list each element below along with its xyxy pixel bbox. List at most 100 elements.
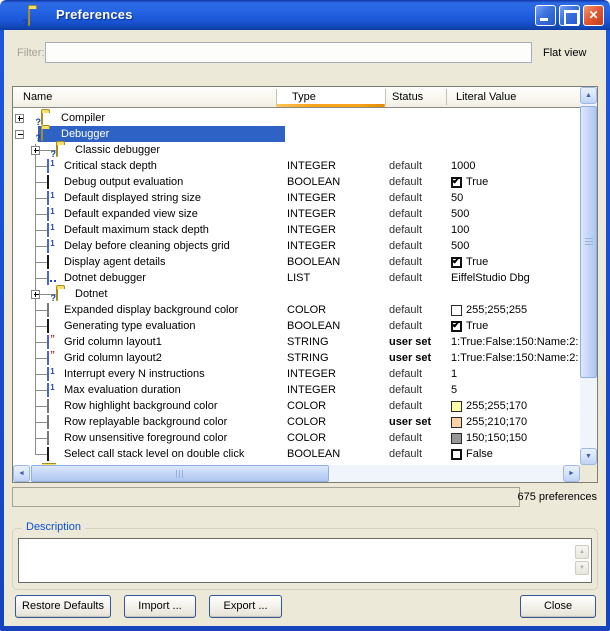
pref-type-icon: [56, 144, 58, 156]
tree-expander[interactable]: [15, 114, 24, 123]
table-row[interactable]: Default maximum stack depth INTEGER defa…: [13, 222, 580, 238]
pref-literal: 1000: [451, 159, 579, 173]
table-row[interactable]: Interrupt every N instructions INTEGER d…: [13, 366, 580, 382]
vertical-scroll-thumb[interactable]: [580, 106, 597, 378]
table-row[interactable]: Row highlight background color COLOR def…: [13, 398, 580, 414]
pref-name: Display agent details: [64, 256, 166, 268]
literal-value-text: False: [466, 448, 493, 460]
pref-name: Critical stack depth: [64, 160, 157, 172]
table-row[interactable]: Compiler: [13, 110, 580, 126]
description-textarea[interactable]: ▲ ▼: [18, 538, 592, 583]
pref-literal: [451, 143, 579, 157]
preferences-count: 675 preferences: [518, 491, 598, 503]
maximize-button[interactable]: [559, 5, 580, 26]
description-group-label: Description: [22, 521, 85, 533]
pref-type: INTEGER: [287, 224, 336, 236]
boolean-checkbox[interactable]: [451, 321, 462, 332]
table-row[interactable]: Debugger: [13, 126, 580, 142]
table-row[interactable]: Delay before cleaning objects grid INTEG…: [13, 238, 580, 254]
table-row[interactable]: Expanded display background color COLOR …: [13, 302, 580, 318]
pref-literal: True: [451, 175, 579, 189]
pref-status: default: [389, 432, 422, 444]
pref-type-icon: [47, 304, 49, 316]
horizontal-scrollbar[interactable]: ◄ ►: [13, 465, 580, 482]
pref-literal: EiffelStudio Dbg: [451, 271, 579, 285]
pref-literal: 100: [451, 223, 579, 237]
table-row[interactable]: Classic debugger: [13, 142, 580, 158]
pref-name: Grid column layout1: [64, 336, 162, 348]
pref-name: Dotnet: [75, 288, 107, 300]
table-row[interactable]: Select call stack level on double click …: [13, 446, 580, 462]
table-row[interactable]: Generating type evaluation BOOLEAN defau…: [13, 318, 580, 334]
literal-value-text: 1:True:False:150:Name:2:: [451, 352, 578, 364]
scroll-right-button[interactable]: ►: [563, 465, 580, 482]
pref-type: BOOLEAN: [287, 448, 340, 460]
pref-literal: 500: [451, 239, 579, 253]
pref-type: INTEGER: [287, 384, 336, 396]
tree-expander[interactable]: [15, 130, 24, 139]
table-row[interactable]: Dotnet: [13, 286, 580, 302]
filter-input[interactable]: [45, 42, 532, 63]
column-header-literal-value[interactable]: Literal Value: [456, 91, 516, 103]
pref-type: BOOLEAN: [287, 256, 340, 268]
pref-literal: True: [451, 319, 579, 333]
literal-value-text: 1:True:False:150:Name:2:: [451, 336, 578, 348]
pref-name: Row unsensitive foreground color: [64, 432, 227, 444]
pref-literal: 1:True:False:150:Name:2:: [451, 335, 579, 349]
description-scroll-down-icon: ▼: [575, 561, 589, 575]
vertical-scrollbar[interactable]: ▲ ▼: [580, 87, 597, 465]
table-row[interactable]: Grid column layout1 STRING user set 1:Tr…: [13, 334, 580, 350]
column-header-name[interactable]: Name: [23, 91, 52, 103]
titlebar[interactable]: Preferences: [0, 0, 610, 30]
boolean-checkbox[interactable]: [451, 177, 462, 188]
horizontal-scroll-thumb[interactable]: [31, 465, 329, 482]
boolean-checkbox[interactable]: [451, 257, 462, 268]
pref-status: default: [389, 272, 422, 284]
close-window-button[interactable]: [583, 5, 604, 26]
pref-type: INTEGER: [287, 192, 336, 204]
scroll-left-button[interactable]: ◄: [13, 465, 30, 482]
boolean-checkbox[interactable]: [451, 449, 462, 460]
literal-value-text: 255;255;170: [466, 400, 527, 412]
pref-name: Row replayable background color: [64, 416, 227, 428]
pref-type: STRING: [287, 352, 329, 364]
close-button[interactable]: Close: [520, 595, 596, 618]
table-row[interactable]: Row unsensitive foreground color COLOR d…: [13, 430, 580, 446]
export-button[interactable]: Export ...: [209, 595, 282, 618]
table-row[interactable]: Max evaluation duration INTEGER default …: [13, 382, 580, 398]
literal-value-text: 5: [451, 384, 457, 396]
literal-value-text: 255;210;170: [466, 416, 527, 428]
pref-type-icon: [47, 400, 49, 412]
pref-literal: [451, 287, 579, 301]
tree-expander[interactable]: [31, 146, 40, 155]
table-row[interactable]: Critical stack depth INTEGER default 100…: [13, 158, 580, 174]
restore-defaults-button[interactable]: Restore Defaults: [15, 595, 111, 618]
pref-name: Select call stack level on double click: [64, 448, 244, 460]
scroll-up-button[interactable]: ▲: [580, 87, 597, 104]
import-button[interactable]: Import ...: [124, 595, 196, 618]
scroll-down-button[interactable]: ▼: [580, 448, 597, 465]
table-row[interactable]: Default displayed string size INTEGER de…: [13, 190, 580, 206]
tree-expander[interactable]: [31, 290, 40, 299]
table-row[interactable]: Grid column layout2 STRING user set 1:Tr…: [13, 350, 580, 366]
filter-label: Filter:: [17, 47, 45, 59]
pref-status: default: [389, 240, 422, 252]
table-row[interactable]: Row replayable background color COLOR us…: [13, 414, 580, 430]
table-row[interactable]: Debug output evaluation BOOLEAN default …: [13, 174, 580, 190]
pref-name: Generating type evaluation: [64, 320, 195, 332]
pref-literal: 5: [451, 383, 579, 397]
flat-view-toggle[interactable]: Flat view: [543, 47, 586, 59]
table-row[interactable]: Default expanded view size INTEGER defau…: [13, 206, 580, 222]
pref-literal: 50: [451, 191, 579, 205]
pref-name: Grid column layout2: [64, 352, 162, 364]
pref-type-icon: [47, 192, 49, 204]
table-row[interactable]: Dotnet debugger LIST default EiffelStudi…: [13, 270, 580, 286]
minimize-button[interactable]: [535, 5, 556, 26]
pref-type: COLOR: [287, 416, 326, 428]
table-row[interactable]: Display agent details BOOLEAN default Tr…: [13, 254, 580, 270]
column-header-status[interactable]: Status: [392, 91, 423, 103]
column-header-type[interactable]: Type: [292, 91, 316, 103]
literal-value-text: True: [466, 176, 488, 188]
pref-name: Interrupt every N instructions: [64, 368, 205, 380]
pref-literal: 150;150;150: [451, 431, 579, 445]
